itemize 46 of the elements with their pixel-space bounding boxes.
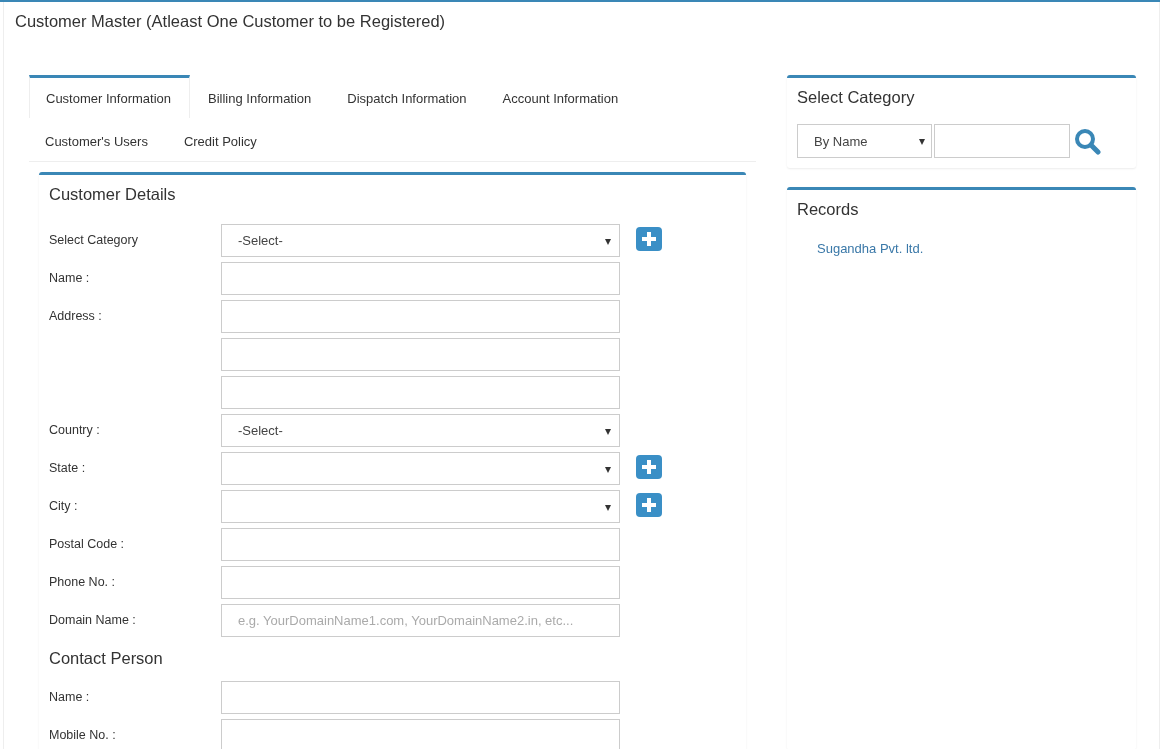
input-field[interactable] (221, 528, 620, 561)
input-field[interactable] (221, 300, 620, 333)
add-icon[interactable] (636, 493, 662, 517)
search-icon[interactable] (1074, 127, 1101, 155)
field-label: Name : (49, 271, 90, 285)
tab[interactable]: Customer's Users (29, 118, 166, 161)
panel-heading: Records (797, 200, 860, 219)
tab[interactable]: Credit Policy (167, 118, 275, 161)
tab[interactable]: Customer Information (29, 75, 190, 118)
caret-icon (605, 239, 611, 245)
input-field[interactable] (221, 262, 620, 295)
input-field[interactable] (221, 681, 620, 714)
field-label: City : (49, 499, 78, 513)
select-dropdown[interactable]: By Name (797, 124, 932, 158)
caret-icon (605, 429, 611, 435)
input-field[interactable] (221, 376, 620, 409)
field-label: Domain Name : (49, 613, 136, 627)
field-label: Name : (49, 690, 90, 704)
record-link[interactable]: Sugandha Pvt. ltd. (817, 241, 924, 256)
panel-heading: Select Category (797, 88, 916, 107)
input-field[interactable] (221, 719, 620, 749)
field-label: Phone No. : (49, 575, 115, 589)
select-dropdown[interactable]: -Select- (221, 414, 620, 447)
search-field[interactable] (934, 124, 1070, 158)
caret-icon (605, 505, 611, 511)
input-field[interactable] (221, 566, 620, 599)
field-label: Postal Code : (49, 537, 125, 551)
section-heading: Customer Details (49, 185, 177, 204)
caret-icon (919, 139, 925, 145)
tab[interactable]: Billing Information (192, 75, 330, 118)
add-icon[interactable] (636, 227, 662, 251)
select-dropdown[interactable]: -Select- (221, 224, 620, 257)
field-label: State : (49, 461, 86, 475)
select-dropdown[interactable] (221, 490, 620, 523)
field-label: Address : (49, 309, 102, 323)
tab[interactable]: Account Information (486, 75, 637, 118)
field-label: Select Category (49, 233, 138, 247)
tab[interactable]: Dispatch Information (331, 75, 485, 118)
caret-icon (605, 467, 611, 473)
select-dropdown[interactable] (221, 452, 620, 485)
field-label: Mobile No. : (49, 728, 116, 742)
input-field[interactable] (221, 338, 620, 371)
page-title: Customer Master (Atleast One Customer to be Registered) (14, 11, 447, 32)
section-heading: Contact Person (49, 649, 164, 668)
field-label: Country : (49, 423, 100, 437)
add-icon[interactable] (636, 455, 662, 479)
